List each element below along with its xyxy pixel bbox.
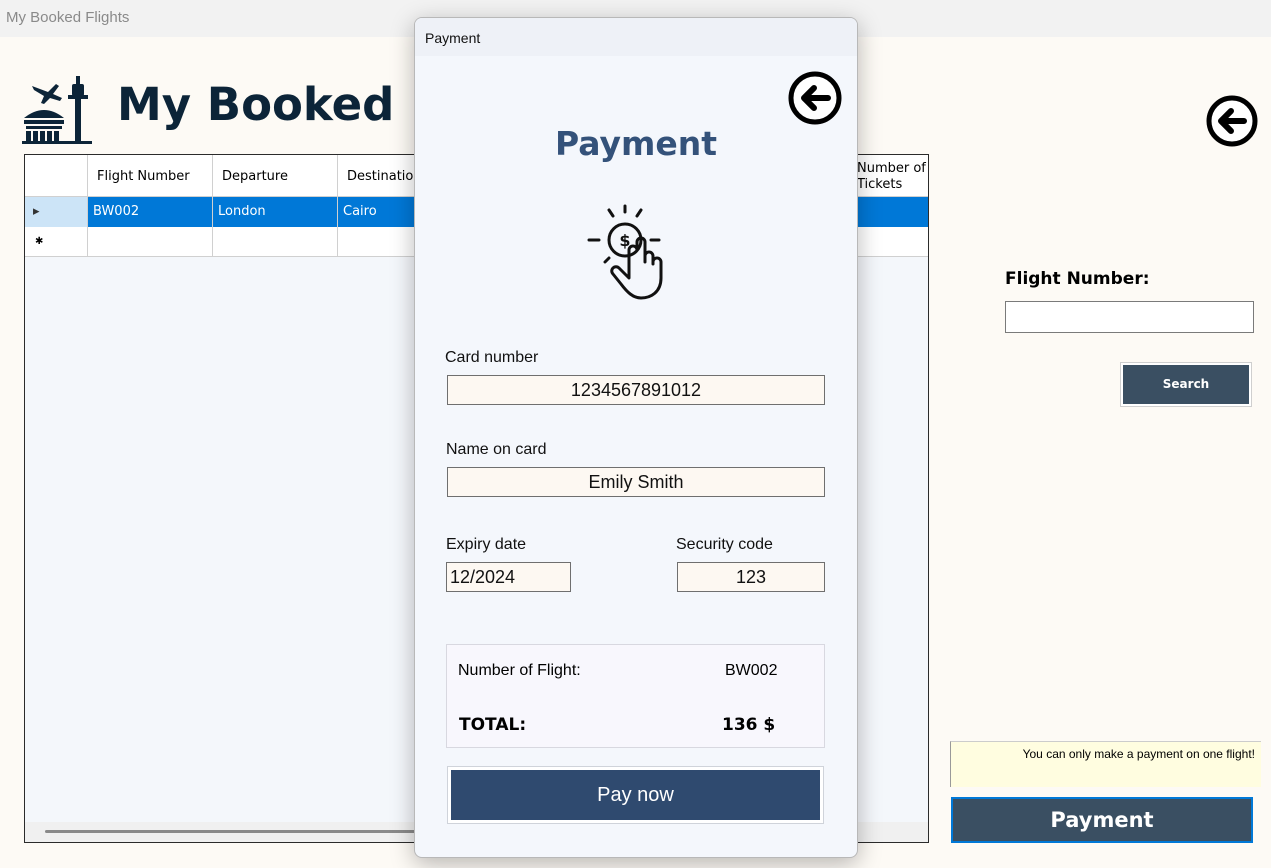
payment-dialog: Payment Payment $ Card number 1234567891…: [414, 17, 858, 858]
row-header-corner: [25, 155, 88, 197]
column-header-departure[interactable]: Departure: [213, 155, 338, 197]
flight-number-summary-value: BW002: [725, 662, 778, 679]
payment-summary: Number of Flight: BW002 TOTAL: 136 $: [446, 644, 825, 748]
name-on-card-field[interactable]: Emily Smith: [447, 467, 825, 497]
pay-now-label: Pay now: [451, 770, 820, 820]
total-value: 136 $: [722, 715, 776, 735]
expiry-date-label: Expiry date: [446, 536, 527, 553]
search-button-label: Search: [1123, 365, 1249, 404]
dialog-heading: Payment: [554, 124, 718, 163]
tap-to-pay-icon: $: [587, 204, 663, 300]
payment-note: You can only make a payment on one fligh…: [950, 741, 1261, 787]
scrollbar-thumb[interactable]: [45, 830, 445, 833]
new-cell[interactable]: [213, 227, 338, 257]
new-cell[interactable]: [88, 227, 213, 257]
payment-button[interactable]: Payment: [951, 797, 1253, 843]
flight-number-summary-label: Number of Flight:: [458, 662, 581, 679]
total-label: TOTAL:: [459, 715, 527, 735]
card-number-field[interactable]: 1234567891012: [447, 375, 825, 405]
card-number-label: Card number: [445, 349, 539, 366]
airport-tower-icon: [22, 76, 92, 144]
expiry-date-field[interactable]: 12/2024: [446, 562, 571, 592]
security-code-field[interactable]: 123: [677, 562, 825, 592]
dialog-title: Payment: [425, 30, 481, 46]
cell-departure[interactable]: London: [213, 197, 338, 227]
security-code-label: Security code: [676, 536, 773, 553]
dialog-back-arrow-icon[interactable]: [786, 71, 844, 125]
pay-now-button[interactable]: Pay now: [447, 766, 824, 824]
dialog-title-bar[interactable]: Payment: [415, 18, 857, 56]
new-row-asterisk-icon: ✱: [25, 227, 88, 257]
row-selector-icon[interactable]: ▸: [25, 197, 88, 227]
cell-flight-number[interactable]: BW002: [88, 197, 213, 227]
back-arrow-icon[interactable]: [1204, 95, 1260, 147]
main-window-title: My Booked Flights: [6, 9, 130, 26]
flight-number-input[interactable]: [1005, 301, 1254, 333]
search-button[interactable]: Search: [1120, 362, 1252, 407]
column-header-number-of-tickets[interactable]: Number of Tickets: [848, 155, 928, 197]
svg-text:$: $: [619, 231, 630, 250]
flight-number-label: Flight Number:: [1005, 269, 1150, 289]
name-on-card-label: Name on card: [446, 441, 547, 458]
column-header-flight-number[interactable]: Flight Number: [88, 155, 213, 197]
